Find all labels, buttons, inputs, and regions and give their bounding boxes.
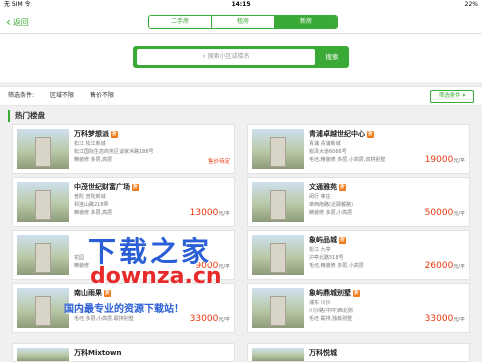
- listing-name: 青浦卓越世纪中心折: [309, 130, 374, 138]
- listing-address: 莘西南路(近顾戴路): [309, 202, 353, 208]
- listing-address: 松江国际生态商务区谈家浜路188号: [74, 149, 154, 155]
- listing-name: 万科梦想派折: [74, 130, 118, 138]
- listing-card[interactable]: 花园 精装修 9000元/平: [12, 230, 235, 280]
- segmented-control: 二手房 租房 新房: [148, 15, 338, 29]
- back-label: 返回: [12, 18, 29, 27]
- listing-address: 花园: [74, 255, 85, 261]
- listing-name: 万科悦城: [309, 349, 337, 357]
- search-input[interactable]: ⌕ 搜索小区或楼名: [137, 49, 315, 65]
- listing-address: 祁连山路218弄: [74, 202, 109, 208]
- listing-address: 上海市: [74, 308, 90, 314]
- listing-price: 50000元/平: [424, 208, 465, 218]
- listing-price: 13000元/平: [189, 208, 230, 218]
- listing-card[interactable]: 万科梦想派折 松江 松江新城 松江国际生态商务区谈家浜路188号 精装修 多层,…: [12, 124, 235, 174]
- listing-address: 川沙路(中环)西北侧: [309, 308, 353, 314]
- status-bar: 无 SIM 令 14:15 22%: [0, 0, 482, 10]
- tab-second-hand[interactable]: 二手房: [149, 16, 212, 28]
- listing-price: 33000元/平: [189, 314, 230, 324]
- tab-new-homes[interactable]: 新房: [275, 16, 337, 28]
- discount-badge: 折: [367, 131, 374, 138]
- search-area: ⌕ 搜索小区或楼名 搜索: [0, 34, 482, 82]
- listing-card[interactable]: 南山雨果折 上海市 毛坯 多层,小高层,联排别墅 33000元/平: [12, 283, 235, 333]
- listing-price: 33000元/平: [424, 314, 465, 324]
- section-title: 热门楼盘: [8, 110, 45, 122]
- listing-card[interactable]: 象屿品城折 松江 九亭 沪亭北路518号 毛坯,精装修 多层,小高层 26000…: [247, 230, 470, 280]
- listing-price: 9000元/平: [195, 261, 230, 271]
- listing-card[interactable]: 象屿鼎城别墅折 浦东 川沙 川沙路(中环)西北侧 毛坯 联排,独栋别墅 3300…: [247, 283, 470, 333]
- listing-photo: [252, 288, 304, 328]
- listing-name: 万科Mixtown: [74, 349, 122, 357]
- listing-photo: [252, 348, 304, 361]
- filter-price[interactable]: 售价不限: [90, 87, 114, 105]
- listing-address: 沪亭北路518号: [309, 255, 344, 261]
- discount-badge: 折: [111, 131, 118, 138]
- discount-badge: 折: [353, 290, 360, 297]
- listing-type: 精装修 多层,高层: [74, 157, 113, 163]
- filter-area[interactable]: 区域不限: [50, 87, 74, 105]
- listing-card[interactable]: 青浦卓越世纪中心折 青浦 青浦新城 崧泽大道6066号 毛坯,精装修 多层,小高…: [247, 124, 470, 174]
- listing-price: 售价待定: [207, 159, 230, 165]
- search-box: ⌕ 搜索小区或楼名 搜索: [133, 46, 349, 68]
- listing-name: 象屿鼎城别墅折: [309, 289, 360, 297]
- listing-card[interactable]: 万科Mixtown: [12, 343, 235, 362]
- listing-price: 26000元/平: [424, 261, 465, 271]
- listing-district: 松江 九亭: [309, 247, 331, 253]
- back-button[interactable]: ‹ 返回: [6, 15, 29, 30]
- filter-conditions-button[interactable]: 筛选条件 ▾: [430, 90, 474, 103]
- listing-photo: [17, 348, 69, 361]
- listing-district: 普陀 普陀新城: [74, 194, 106, 200]
- listing-name: 文通雅苑折: [309, 183, 346, 191]
- listing-name: 南山雨果折: [74, 289, 111, 297]
- listing-photo: [17, 288, 69, 328]
- listing-district: 松江 松江新城: [74, 141, 106, 147]
- listing-photo: [17, 182, 69, 222]
- listing-name: 中茂世纪财富广场折: [74, 183, 139, 191]
- listing-photo: [17, 235, 69, 275]
- listing-card[interactable]: 中茂世纪财富广场折 普陀 普陀新城 祁连山路218弄 精装修 多层,高层 130…: [12, 177, 235, 227]
- discount-badge: 折: [104, 290, 111, 297]
- discount-badge: 折: [132, 184, 139, 191]
- listing-price: 19000元/平: [424, 155, 465, 165]
- listing-photo: [252, 182, 304, 222]
- discount-badge: 折: [339, 237, 346, 244]
- listing-card[interactable]: 万科悦城: [247, 343, 470, 362]
- filter-bar: 筛选条件: 区域不限 售价不限 筛选条件 ▾: [0, 86, 482, 106]
- nav-bar: ‹ 返回 二手房 租房 新房: [0, 10, 482, 34]
- listing-address: 崧泽大道6066号: [309, 149, 347, 155]
- listing-card[interactable]: 文通雅苑折 闵行 莘庄 莘西南路(近顾戴路) 精装修 多层,小高层 50000元…: [247, 177, 470, 227]
- listing-district: 青浦 青浦新城: [309, 141, 341, 147]
- filter-label: 筛选条件:: [8, 92, 35, 99]
- listing-district: 浦东 川沙: [309, 300, 331, 306]
- clock: 14:15: [231, 1, 251, 8]
- search-button[interactable]: 搜索: [315, 46, 349, 68]
- listing-district: 闵行 莘庄: [309, 194, 331, 200]
- listing-photo: [252, 235, 304, 275]
- listing-photo: [17, 129, 69, 169]
- chevron-left-icon: ‹: [6, 15, 11, 29]
- filter-conditions-label: 筛选条件: [438, 93, 461, 99]
- battery-label: 22%: [464, 1, 478, 8]
- tab-rental[interactable]: 租房: [212, 16, 275, 28]
- search-placeholder: 搜索小区或楼名: [207, 53, 250, 60]
- discount-badge: 折: [339, 184, 346, 191]
- listing-name: 象屿品城折: [309, 236, 346, 244]
- triangle-down-icon: ▾: [462, 93, 466, 99]
- listing-photo: [252, 129, 304, 169]
